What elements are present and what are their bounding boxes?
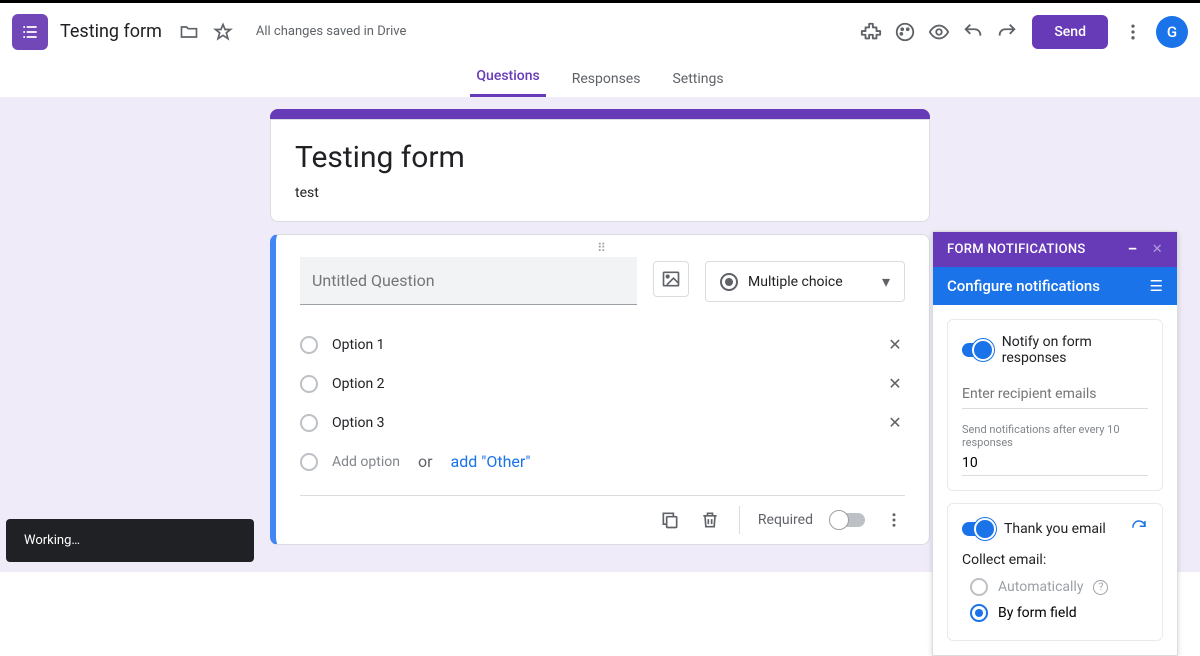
option-radio-icon	[300, 375, 318, 393]
addon-subheader: Configure notifications ☰	[933, 267, 1177, 305]
question-input[interactable]	[300, 257, 637, 305]
question-card[interactable]: ⠿ Multiple choice ▾ Option 1 ✕	[270, 234, 930, 545]
question-type-label: Multiple choice	[748, 274, 872, 290]
question-more-icon[interactable]	[883, 509, 905, 531]
form-title-card[interactable]: Testing form test	[270, 119, 930, 222]
undo-icon[interactable]	[962, 21, 984, 43]
more-icon[interactable]	[1122, 21, 1144, 43]
form-description[interactable]: test	[295, 185, 905, 201]
collect-field-label: By form field	[998, 605, 1077, 621]
duplicate-icon[interactable]	[659, 509, 681, 531]
required-toggle[interactable]	[831, 513, 865, 527]
option-row[interactable]: Option 3 ✕	[300, 403, 905, 442]
or-text: or	[418, 452, 433, 471]
redo-icon[interactable]	[996, 21, 1018, 43]
option-radio-icon	[300, 414, 318, 432]
question-type-select[interactable]: Multiple choice ▾	[705, 261, 905, 302]
add-option-row: Add option or add "Other"	[300, 442, 905, 481]
chevron-down-icon: ▾	[882, 272, 890, 291]
required-label: Required	[758, 512, 813, 528]
forms-logo	[12, 14, 48, 50]
notify-label: Notify on form responses	[1002, 334, 1148, 366]
addon-subtitle: Configure notifications	[947, 277, 1100, 295]
option-text[interactable]: Option 1	[332, 337, 871, 353]
options-list: Option 1 ✕ Option 2 ✕ Option 3 ✕ Add opt…	[300, 325, 905, 481]
add-option-link[interactable]: Add option	[332, 454, 400, 470]
option-radio-icon	[300, 336, 318, 354]
refresh-icon[interactable]	[1130, 518, 1148, 540]
tab-responses[interactable]: Responses	[566, 71, 647, 97]
option-text[interactable]: Option 3	[332, 415, 871, 431]
drag-handle-icon[interactable]: ⠿	[300, 235, 905, 257]
app-header: Testing form All changes saved in Drive …	[0, 0, 1200, 60]
send-after-input[interactable]	[962, 451, 1148, 476]
tab-settings[interactable]: Settings	[666, 71, 729, 97]
minimize-icon[interactable]: −	[1127, 246, 1137, 254]
send-button[interactable]: Send	[1032, 15, 1108, 49]
remove-option-icon[interactable]: ✕	[885, 374, 905, 393]
collect-email-label: Collect email:	[962, 552, 1148, 568]
addons-icon[interactable]	[860, 21, 882, 43]
close-icon[interactable]: ✕	[1152, 242, 1163, 257]
main-tabs: Questions Responses Settings	[0, 60, 1200, 97]
working-toast: Working…	[6, 519, 254, 562]
addon-header: FORM NOTIFICATIONS − ✕	[933, 232, 1177, 267]
form-name[interactable]: Testing form	[60, 21, 162, 42]
notify-toggle[interactable]	[962, 343, 990, 357]
notify-section: Notify on form responses Send notificati…	[947, 319, 1163, 491]
option-row[interactable]: Option 2 ✕	[300, 364, 905, 403]
star-icon[interactable]	[212, 21, 234, 43]
option-radio-icon	[300, 453, 318, 471]
help-icon[interactable]: ?	[1093, 580, 1108, 595]
send-after-help: Send notifications after every 10 respon…	[962, 423, 1148, 449]
option-text[interactable]: Option 2	[332, 376, 871, 392]
form-accent-bar	[270, 109, 930, 119]
palette-icon[interactable]	[894, 21, 916, 43]
move-to-folder-icon[interactable]	[178, 21, 200, 43]
save-status: All changes saved in Drive	[256, 24, 407, 39]
add-image-icon[interactable]	[653, 261, 689, 297]
tab-questions[interactable]: Questions	[470, 68, 545, 97]
add-other-link[interactable]: add "Other"	[451, 452, 531, 471]
remove-option-icon[interactable]: ✕	[885, 413, 905, 432]
radio-icon	[720, 273, 738, 291]
collect-field-radio[interactable]: By form field	[962, 600, 1148, 626]
preview-icon[interactable]	[928, 21, 950, 43]
recipient-emails-input[interactable]	[962, 380, 1148, 409]
account-avatar[interactable]: G	[1156, 16, 1188, 48]
addon-title: FORM NOTIFICATIONS	[947, 242, 1086, 257]
addon-panel: FORM NOTIFICATIONS − ✕ Configure notific…	[932, 231, 1178, 656]
delete-icon[interactable]	[699, 509, 721, 531]
form-title-text[interactable]: Testing form	[295, 140, 905, 175]
thank-you-section: Thank you email Collect email: Automatic…	[947, 503, 1163, 641]
question-footer: Required	[300, 495, 905, 534]
hamburger-icon[interactable]: ☰	[1150, 277, 1163, 295]
remove-option-icon[interactable]: ✕	[885, 335, 905, 354]
collect-auto-label: Automatically	[998, 579, 1083, 595]
collect-auto-radio[interactable]: Automatically ?	[962, 574, 1148, 600]
option-row[interactable]: Option 1 ✕	[300, 325, 905, 364]
thankyou-toggle[interactable]	[962, 522, 992, 536]
thankyou-label: Thank you email	[1004, 521, 1106, 537]
form-canvas: Testing form test ⠿ Multiple choice ▾	[0, 97, 1200, 572]
